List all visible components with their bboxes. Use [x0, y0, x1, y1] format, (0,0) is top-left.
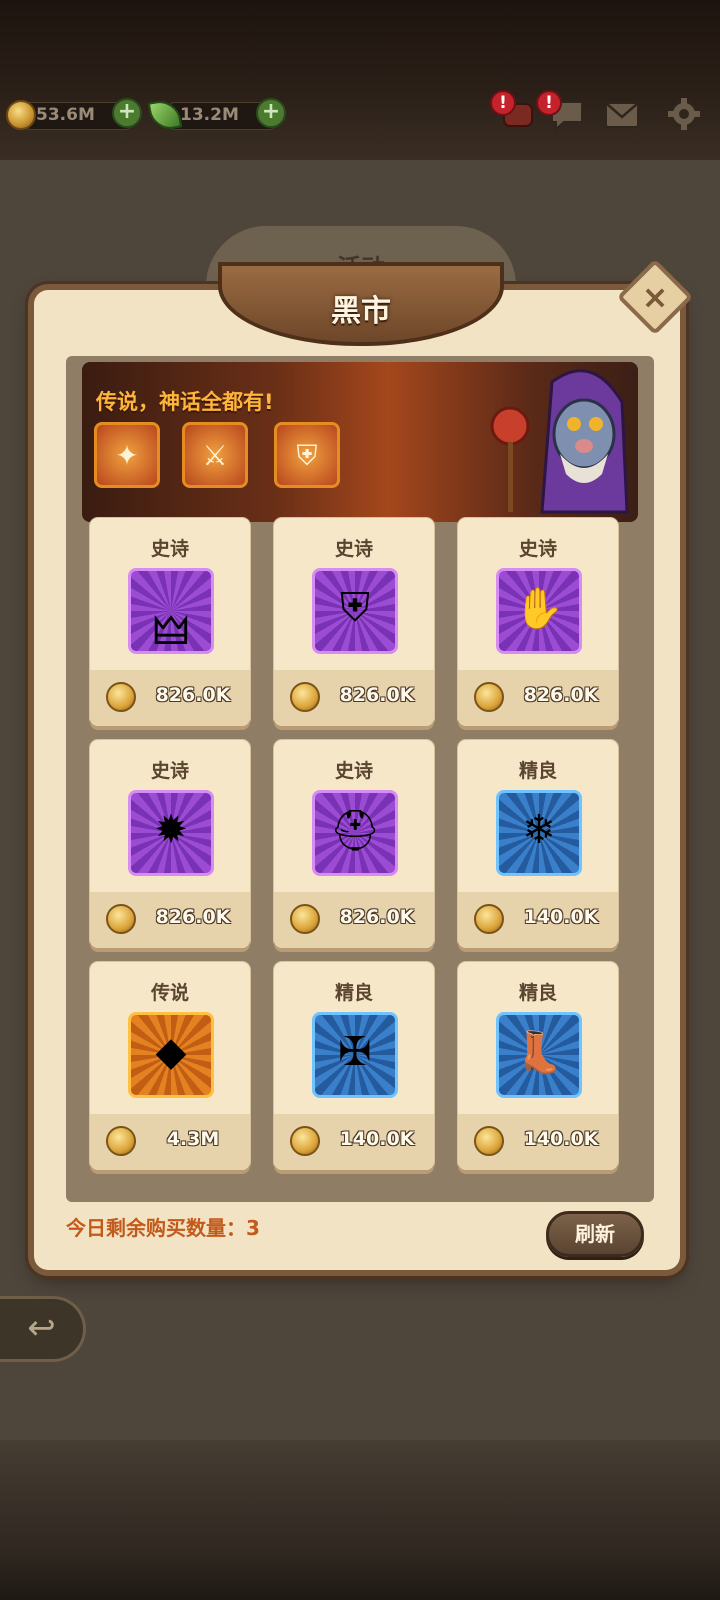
claw-icon: 🜲: [128, 568, 214, 654]
add-leaf-button[interactable]: +: [256, 98, 286, 128]
gold-coin-icon: [474, 682, 504, 712]
item-rarity: 精良: [518, 760, 557, 782]
shoulder-armor-icon: ⛨: [312, 568, 398, 654]
shop-item-card[interactable]: 史诗 🜲 826.0K: [90, 518, 250, 726]
shop-item-card[interactable]: 史诗 ✋ 826.0K: [458, 518, 618, 726]
item-rarity: 精良: [518, 982, 557, 1004]
chat-alert-badge: !: [536, 90, 562, 116]
shop-item-card[interactable]: 史诗 ⛨ 826.0K: [274, 518, 434, 726]
gold-coin-icon: [290, 1126, 320, 1156]
item-price: 826.0K: [339, 906, 415, 928]
gold-coin-icon: [6, 100, 36, 130]
bottom-bar: [0, 1440, 720, 1600]
fur-cloak-icon: ❄: [496, 790, 582, 876]
gold-amount: 53.6M: [36, 105, 95, 125]
back-arrow-icon: ↩: [27, 1308, 56, 1348]
shop-item-card[interactable]: 史诗 ⛑ 826.0K: [274, 740, 434, 948]
axe-icon: ⚔: [182, 422, 248, 488]
shop-item-card[interactable]: 精良 ✠ 140.0K: [274, 962, 434, 1170]
banner-headline: 传说，神话全都有!: [96, 390, 274, 414]
item-rarity: 传说: [150, 982, 189, 1004]
item-price: 140.0K: [523, 1128, 599, 1150]
item-rarity: 史诗: [334, 760, 373, 782]
top-bar: 53.6M + 13.2M + ! !: [0, 0, 720, 160]
item-price: 826.0K: [155, 684, 231, 706]
item-rarity: 精良: [334, 982, 373, 1004]
gold-coin-icon: [106, 682, 136, 712]
gold-coin-icon: [290, 682, 320, 712]
shop-item-card[interactable]: 传说 ◆ 4.3M: [90, 962, 250, 1170]
close-icon[interactable]: ×: [628, 270, 682, 324]
armor-icon: ⛨: [274, 422, 340, 488]
shop-item-card[interactable]: 精良 ❄ 140.0K: [458, 740, 618, 948]
leaf-amount: 13.2M: [180, 105, 239, 125]
gem-ring-icon: ◆: [128, 1012, 214, 1098]
merchant-npc-icon: [490, 369, 629, 514]
item-rarity: 史诗: [518, 538, 557, 560]
shop-item-card[interactable]: 史诗 ✹ 826.0K: [90, 740, 250, 948]
gold-coin-icon: [474, 904, 504, 934]
gold-coin-icon: [106, 1126, 136, 1156]
quest-alert-badge: !: [490, 90, 516, 116]
spell-book-icon: ✠: [312, 1012, 398, 1098]
scepter-icon: ✦: [94, 422, 160, 488]
item-price: 4.3M: [166, 1128, 220, 1150]
gauntlet-icon: ✋: [496, 568, 582, 654]
item-price: 826.0K: [155, 906, 231, 928]
remaining-label: 今日剩余购买数量：: [66, 1216, 246, 1240]
helmet-icon: ⛑: [312, 790, 398, 876]
back-button[interactable]: ↩: [0, 1296, 86, 1362]
item-rarity: 史诗: [334, 538, 373, 560]
item-price: 826.0K: [339, 684, 415, 706]
mail-icon[interactable]: [604, 96, 640, 132]
item-price: 826.0K: [523, 684, 599, 706]
remaining-count: 3: [246, 1216, 260, 1240]
promo-banner: 传说，神话全都有! ✦ ⚔ ⛨: [82, 362, 638, 522]
gold-coin-icon: [474, 1126, 504, 1156]
remaining-purchases: 今日剩余购买数量：3: [66, 1212, 260, 1241]
item-rarity: 史诗: [150, 760, 189, 782]
ruby-staff-icon: ✹: [128, 790, 214, 876]
gold-resource: 53.6M: [6, 98, 130, 132]
item-price: 140.0K: [523, 906, 599, 928]
gear-icon[interactable]: [666, 96, 702, 132]
gold-coin-icon: [290, 904, 320, 934]
shop-item-card[interactable]: 精良 👢 140.0K: [458, 962, 618, 1170]
add-gold-button[interactable]: +: [112, 98, 142, 128]
item-rarity: 史诗: [150, 538, 189, 560]
refresh-button[interactable]: 刷新: [546, 1211, 644, 1257]
item-price: 140.0K: [339, 1128, 415, 1150]
boots-icon: 👢: [496, 1012, 582, 1098]
leaf-resource: 13.2M: [147, 97, 274, 133]
dialog-title: 黑市: [331, 294, 391, 329]
gold-coin-icon: [106, 904, 136, 934]
